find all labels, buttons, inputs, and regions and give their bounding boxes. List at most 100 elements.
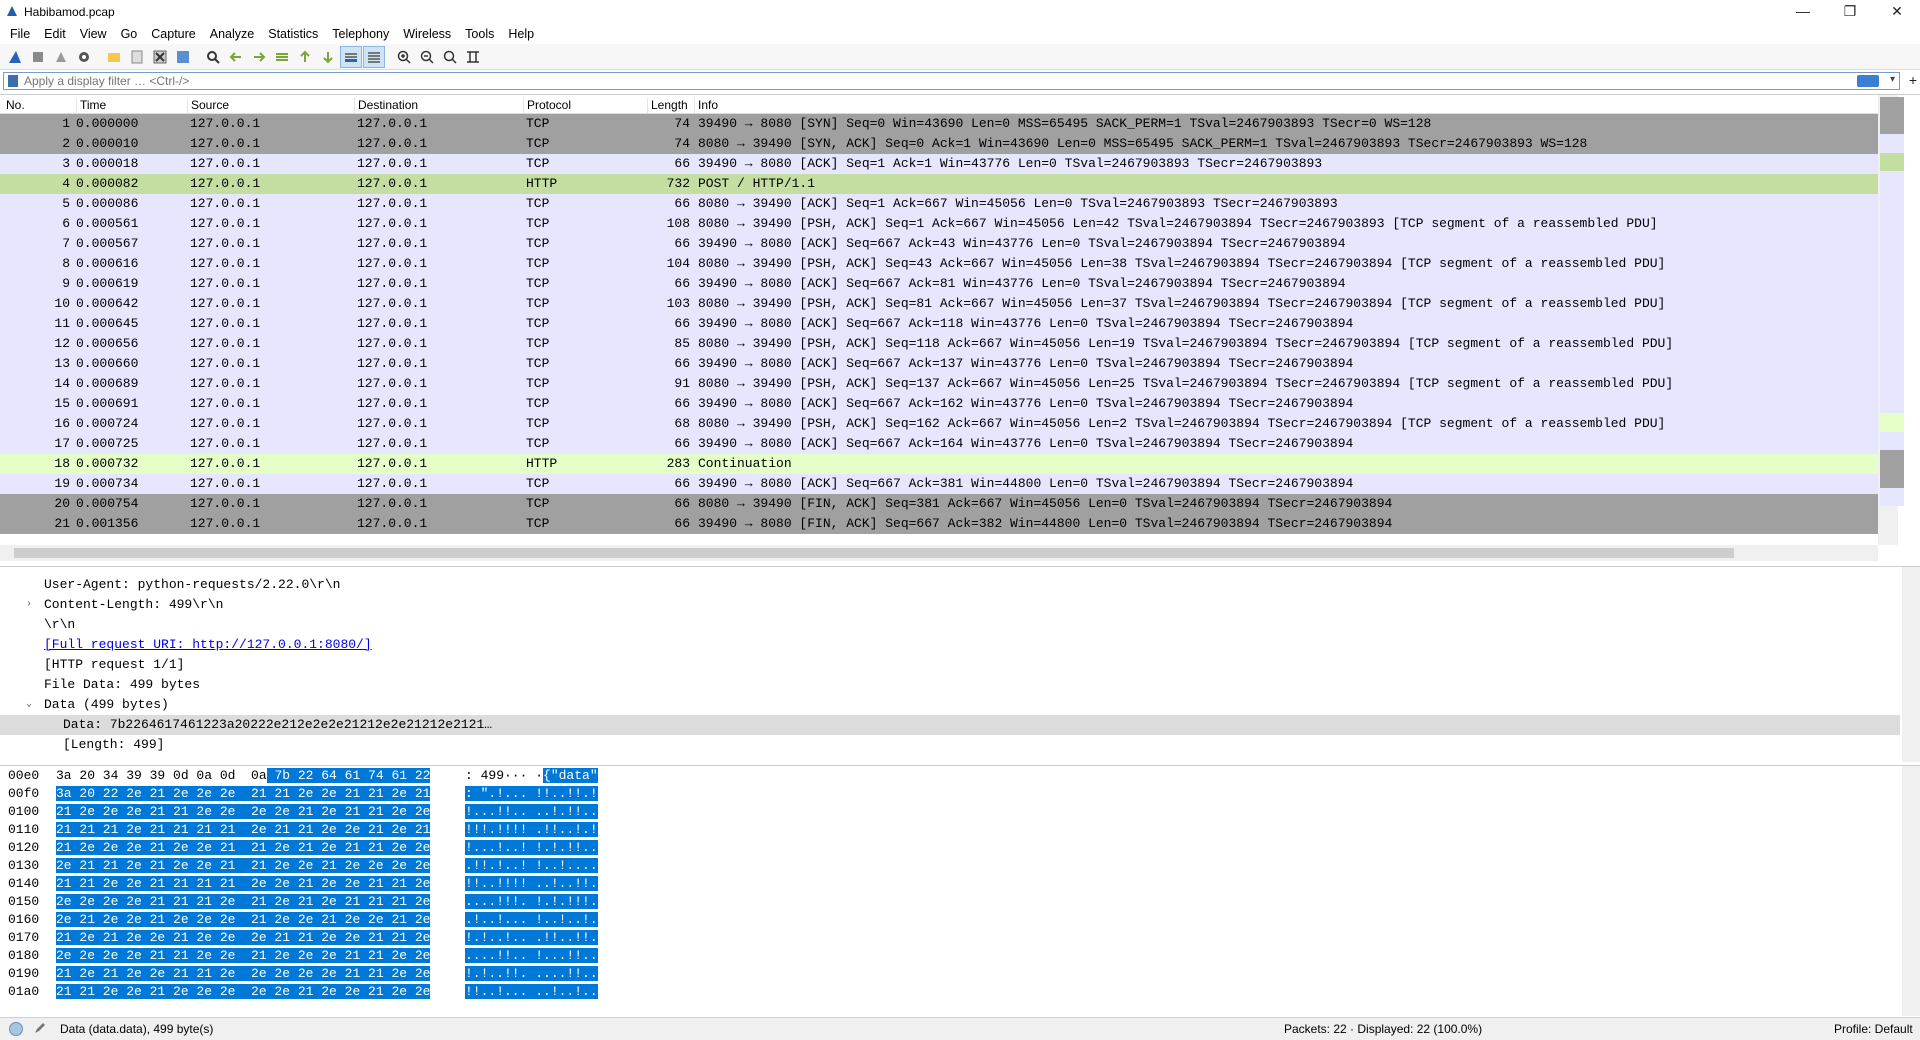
hex-bytes[interactable]: 21 2e 21 2e 2e 21 2e 2e 2e 21 21 2e 2e 2…: [56, 929, 431, 947]
hex-dump-row[interactable]: 0170 21 2e 21 2e 2e 21 2e 2e 2e 21 21 2e …: [0, 929, 620, 947]
packet-row[interactable]: 18 0.000732 127.0.0.1 127.0.0.1 HTTP 283 Conti…: [0, 454, 1878, 474]
packet-row[interactable]: 3 0.000018 127.0.0.1 127.0.0.1 TCP 66 39490 → …: [0, 154, 1878, 174]
packet-row[interactable]: 4 0.000082 127.0.0.1 127.0.0.1 HTTP 732 POST /…: [0, 174, 1878, 194]
packet-list-horizontal-scrollbar[interactable]: [0, 545, 1878, 561]
hex-dump-row[interactable]: 0190 21 2e 21 2e 2e 21 21 2e 2e 2e 2e 2e …: [0, 965, 620, 983]
stop-icon[interactable]: [27, 46, 49, 68]
hex-bytes[interactable]: 21 2e 21 2e 2e 21 21 2e 2e 2e 2e 2e 21 2…: [56, 965, 431, 983]
detail-tree-item[interactable]: Data: 7b2264617461223a20222e212e2e2e2121…: [0, 715, 1900, 735]
column-header-time[interactable]: Time: [76, 98, 106, 113]
hex-dump-row[interactable]: 0100 21 2e 2e 2e 21 21 2e 2e 2e 2e 21 2e …: [0, 803, 620, 821]
packet-row[interactable]: 8 0.000616 127.0.0.1 127.0.0.1 TCP 104 8080 → …: [0, 254, 1878, 274]
resize-columns-icon[interactable]: [462, 46, 484, 68]
hex-bytes[interactable]: 2e 2e 2e 2e 21 21 2e 2e 21 2e 2e 2e 21 2…: [56, 947, 431, 965]
packet-row[interactable]: 6 0.000561 127.0.0.1 127.0.0.1 TCP 108 8080 → …: [0, 214, 1878, 234]
menu-statistics[interactable]: Statistics: [261, 27, 325, 41]
packet-row[interactable]: 12 0.000656 127.0.0.1 127.0.0.1 TCP 85 8080 → …: [0, 334, 1878, 354]
filter-bookmark-icon[interactable]: [8, 75, 18, 87]
display-filter-input[interactable]: [24, 73, 1624, 89]
hex-dump-row[interactable]: 0120 21 2e 2e 2e 21 2e 2e 21 21 2e 21 2e …: [0, 839, 620, 857]
detail-tree-item[interactable]: \r\n: [0, 615, 1900, 635]
packet-row[interactable]: 1 0.000000 127.0.0.1 127.0.0.1 TCP 74 39490 → …: [0, 114, 1878, 134]
packet-row[interactable]: 5 0.000086 127.0.0.1 127.0.0.1 TCP 66 8080 → 3…: [0, 194, 1878, 214]
packet-row[interactable]: 9 0.000619 127.0.0.1 127.0.0.1 TCP 66 39490 → …: [0, 274, 1878, 294]
open-file-icon[interactable]: [103, 46, 125, 68]
menu-analyze[interactable]: Analyze: [203, 27, 261, 41]
hex-dump-row[interactable]: 00e0 3a 20 34 39 39 0d 0a 0d 0a 7b 22 64 …: [0, 767, 620, 785]
colorize-icon[interactable]: [363, 45, 385, 68]
menu-tools[interactable]: Tools: [458, 27, 501, 41]
ascii-bytes[interactable]: !...!..! !.!.!!..: [465, 839, 598, 857]
detail-link[interactable]: [Full request URI: http://127.0.0.1:8080…: [44, 635, 372, 655]
column-header-length[interactable]: Length: [647, 98, 688, 113]
reload-icon[interactable]: [172, 46, 194, 68]
packet-row[interactable]: 13 0.000660 127.0.0.1 127.0.0.1 TCP 66 39490 →…: [0, 354, 1878, 374]
hex-bytes[interactable]: 3a 20 34 39 39 0d 0a 0d 0a 7b 22 64 61 7…: [56, 767, 431, 785]
hex-bytes[interactable]: 2e 2e 2e 2e 21 21 21 2e 21 2e 21 2e 21 2…: [56, 893, 431, 911]
hex-dump-row[interactable]: 01a0 21 21 2e 2e 21 2e 2e 2e 2e 2e 21 2e …: [0, 983, 620, 1001]
go-to-packet-icon[interactable]: [271, 46, 293, 68]
close-file-icon[interactable]: [149, 46, 171, 68]
menu-telephony[interactable]: Telephony: [325, 27, 396, 41]
ascii-bytes[interactable]: !!..!... ..!..!..: [465, 983, 598, 1001]
apply-filter-arrow-icon[interactable]: [1857, 75, 1879, 87]
hex-bytes[interactable]: 21 21 21 2e 21 21 21 21 2e 21 21 2e 2e 2…: [56, 821, 431, 839]
hex-dump-row[interactable]: 0150 2e 2e 2e 2e 21 21 21 2e 21 2e 21 2e …: [0, 893, 620, 911]
column-header-info[interactable]: Info: [694, 98, 718, 113]
hex-bytes[interactable]: 2e 21 21 2e 21 2e 2e 21 21 2e 2e 21 2e 2…: [56, 857, 431, 875]
packet-row[interactable]: 15 0.000691 127.0.0.1 127.0.0.1 TCP 66 39490 →…: [0, 394, 1878, 414]
close-icon[interactable]: ✕: [1874, 0, 1920, 22]
column-header-protocol[interactable]: Protocol: [523, 98, 571, 113]
first-packet-icon[interactable]: [294, 46, 316, 68]
menu-go[interactable]: Go: [114, 27, 145, 41]
horizontal-scroll-thumb[interactable]: [14, 548, 1734, 558]
hex-bytes[interactable]: 21 2e 2e 2e 21 2e 2e 21 21 2e 21 2e 21 2…: [56, 839, 431, 857]
ascii-bytes[interactable]: : ".!... !!..!!.!: [465, 785, 598, 803]
ascii-bytes[interactable]: .!!.!..! !..!....: [465, 857, 598, 875]
hex-dump-row[interactable]: 0140 21 21 2e 2e 21 21 21 21 2e 2e 21 2e …: [0, 875, 620, 893]
menu-capture[interactable]: Capture: [144, 27, 202, 41]
column-header-destination[interactable]: Destination: [354, 98, 418, 113]
ascii-bytes[interactable]: !!!.!!!! .!!..!.!: [465, 821, 598, 839]
add-filter-button-icon[interactable]: +: [1909, 72, 1917, 88]
ascii-bytes[interactable]: !.!..!!. ....!!..: [465, 965, 598, 983]
packet-row[interactable]: 20 0.000754 127.0.0.1 127.0.0.1 TCP 66 8080 → …: [0, 494, 1878, 514]
menu-edit[interactable]: Edit: [37, 27, 73, 41]
packet-row[interactable]: 7 0.000567 127.0.0.1 127.0.0.1 TCP 66 39490 → …: [0, 234, 1878, 254]
hex-dump-row[interactable]: 0110 21 21 21 2e 21 21 21 21 2e 21 21 2e …: [0, 821, 620, 839]
ascii-bytes[interactable]: !!..!!!! ..!..!!.: [465, 875, 598, 893]
zoom-out-icon[interactable]: [416, 46, 438, 68]
packet-row[interactable]: 17 0.000725 127.0.0.1 127.0.0.1 TCP 66 39490 →…: [0, 434, 1878, 454]
hex-dump-row[interactable]: 0130 2e 21 21 2e 21 2e 2e 21 21 2e 2e 21 …: [0, 857, 620, 875]
collapsed-arrow-icon[interactable]: ›: [26, 595, 32, 615]
bytes-scrollbar[interactable]: [1902, 766, 1920, 1016]
hex-bytes[interactable]: 21 21 2e 2e 21 21 21 21 2e 2e 21 2e 2e 2…: [56, 875, 431, 893]
menu-wireless[interactable]: Wireless: [396, 27, 458, 41]
find-icon[interactable]: [202, 46, 224, 68]
detail-tree-item[interactable]: › Content-Length: 499\r\n: [0, 595, 1900, 615]
auto-scroll-icon[interactable]: [340, 45, 362, 68]
column-header-no[interactable]: No.: [3, 98, 25, 113]
expanded-arrow-icon[interactable]: ⌄: [26, 695, 32, 715]
ascii-bytes[interactable]: ....!!.. !...!!..: [465, 947, 598, 965]
options-gear-icon[interactable]: [73, 46, 95, 68]
packet-row[interactable]: 19 0.000734 127.0.0.1 127.0.0.1 TCP 66 39490 →…: [0, 474, 1878, 494]
packet-row[interactable]: 21 0.001356 127.0.0.1 127.0.0.1 TCP 66 39490 →…: [0, 514, 1878, 534]
packet-list-minimap[interactable]: [1880, 97, 1904, 507]
restart-icon[interactable]: [50, 46, 72, 68]
detail-tree-item[interactable]: [Length: 499]: [0, 735, 1900, 755]
packet-row[interactable]: 14 0.000689 127.0.0.1 127.0.0.1 TCP 91 8080 → …: [0, 374, 1878, 394]
packet-row[interactable]: 11 0.000645 127.0.0.1 127.0.0.1 TCP 66 39490 →…: [0, 314, 1878, 334]
hex-bytes[interactable]: 2e 21 2e 2e 21 2e 2e 2e 21 2e 2e 21 2e 2…: [56, 911, 431, 929]
capture-comment-icon[interactable]: [33, 1021, 47, 1035]
detail-tree-item[interactable]: File Data: 499 bytes: [0, 675, 1900, 695]
hex-dump-row[interactable]: 0180 2e 2e 2e 2e 21 21 2e 2e 21 2e 2e 2e …: [0, 947, 620, 965]
hex-dump-row[interactable]: 00f0 3a 20 22 2e 21 2e 2e 2e 21 21 2e 2e …: [0, 785, 620, 803]
detail-tree-item[interactable]: User-Agent: python-requests/2.22.0\r\n: [0, 575, 1900, 595]
go-forward-icon[interactable]: [248, 46, 270, 68]
expert-info-icon[interactable]: [9, 1022, 23, 1036]
hex-bytes[interactable]: 3a 20 22 2e 21 2e 2e 2e 21 21 2e 2e 21 2…: [56, 785, 431, 803]
shark-fin-start-icon[interactable]: [4, 46, 26, 68]
minimize-icon[interactable]: —: [1780, 0, 1826, 22]
ascii-bytes[interactable]: : 499··· ·{"data": [465, 767, 598, 785]
